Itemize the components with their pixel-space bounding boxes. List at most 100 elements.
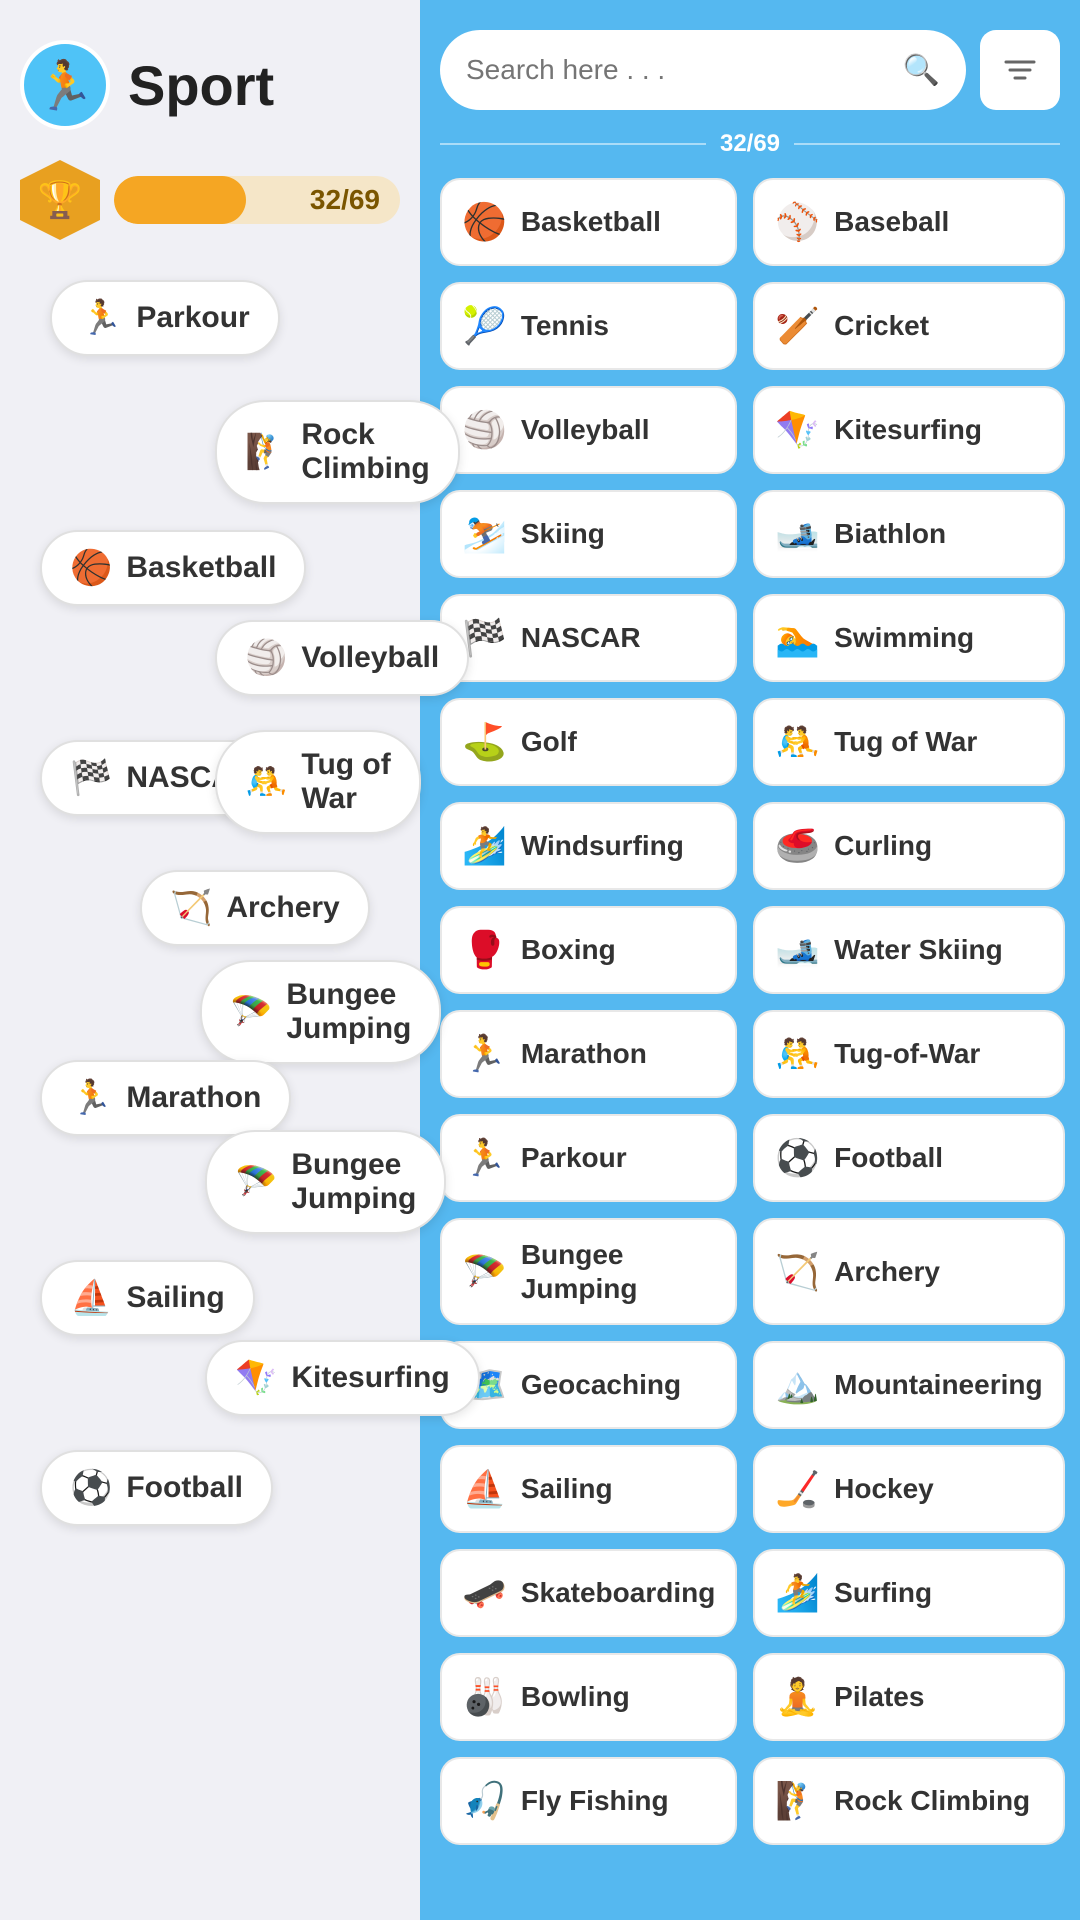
grid-item-nascar[interactable]: 🏁NASCAR: [440, 594, 737, 682]
grid-item-skiing[interactable]: ⛷️ Skiing: [440, 490, 737, 578]
grid-item-water-skiing[interactable]: 🎿Water Skiing: [753, 906, 1064, 994]
grid-emoji-windsurfing: 🏄: [462, 825, 507, 867]
grid-item-marathon[interactable]: 🏃Marathon: [440, 1010, 737, 1098]
emoji-tug-of-war: 🤼: [245, 762, 287, 802]
left-item-volleyball[interactable]: 🏐 Volleyball: [215, 620, 469, 696]
left-item-rock-climbing[interactable]: 🧗 RockClimbing: [215, 400, 460, 504]
grid-emoji-basketball: 🏀: [462, 201, 507, 243]
grid-label-hockey: Hockey: [834, 1472, 934, 1506]
search-bar: 🔍: [440, 30, 1060, 110]
search-input[interactable]: [466, 54, 889, 86]
grid-item-fly-fishing[interactable]: 🎣Fly Fishing: [440, 1757, 737, 1845]
grid-label-archery: Archery: [834, 1255, 940, 1289]
emoji-bungee1: 🪂: [230, 992, 272, 1032]
right-panel[interactable]: 🔍 32/69 🏀 Basketball ⚾Baseball🎾Tennis🏏Cric…: [420, 0, 1080, 1920]
emoji-sailing: ⛵: [70, 1278, 112, 1318]
emoji-rock-climbing: 🧗: [245, 432, 287, 472]
grid-item-cricket[interactable]: 🏏Cricket: [753, 282, 1064, 370]
left-item-football[interactable]: ⚽ Football: [40, 1450, 273, 1526]
grid-emoji-baseball: ⚾: [775, 201, 820, 243]
emoji-marathon: 🏃: [70, 1078, 112, 1118]
left-item-bungee1[interactable]: 🪂BungeeJumping: [200, 960, 441, 1064]
grid-label-bungee-jumping: Bungee Jumping: [521, 1238, 715, 1305]
grid-label-parkour: Parkour: [521, 1141, 627, 1175]
label-volleyball: Volleyball: [301, 641, 439, 675]
grid-item-basketball[interactable]: 🏀 Basketball: [440, 178, 737, 266]
grid-item-archery[interactable]: 🏹Archery: [753, 1218, 1064, 1325]
grid-label-sailing: Sailing: [521, 1472, 613, 1506]
label-football: Football: [126, 1471, 243, 1505]
grid-item-baseball[interactable]: ⚾Baseball: [753, 178, 1064, 266]
grid-item-rock-climbing[interactable]: 🧗Rock Climbing: [753, 1757, 1064, 1845]
left-item-parkour[interactable]: 🏃Parkour: [50, 280, 280, 356]
grid-emoji-surfing: 🏄: [775, 1572, 820, 1614]
grid-label-boxing: Boxing: [521, 933, 616, 967]
grid-item-pilates[interactable]: 🧘Pilates: [753, 1653, 1064, 1741]
label-marathon: Marathon: [126, 1081, 261, 1115]
grid-item-volleyball[interactable]: 🏐Volleyball: [440, 386, 737, 474]
grid-emoji-boxing: 🥊: [462, 929, 507, 971]
emoji-football: ⚽: [70, 1468, 112, 1508]
left-item-archery[interactable]: 🏹 Archery: [140, 870, 370, 946]
emoji-archery: 🏹: [170, 888, 212, 928]
grid-item-kitesurfing[interactable]: 🪁Kitesurfing: [753, 386, 1064, 474]
grid-item-hockey[interactable]: 🏒 Hockey: [753, 1445, 1064, 1533]
grid-emoji-curling: 🥌: [775, 825, 820, 867]
emoji-bungee2: 🪂: [235, 1162, 277, 1202]
grid-emoji-hockey: 🏒: [775, 1468, 820, 1510]
left-item-tug-of-war[interactable]: 🤼 Tug ofWar: [215, 730, 421, 834]
grid-emoji-cricket: 🏏: [775, 305, 820, 347]
emoji-kitesurfing: 🪁: [235, 1358, 277, 1398]
grid-item-surfing[interactable]: 🏄Surfing: [753, 1549, 1064, 1637]
label-archery: Archery: [226, 891, 339, 925]
grid-label-football: Football: [834, 1141, 943, 1175]
grid-label-kitesurfing: Kitesurfing: [834, 413, 982, 447]
grid-emoji-fly-fishing: 🎣: [462, 1780, 507, 1822]
emoji-volleyball: 🏐: [245, 638, 287, 678]
left-item-marathon[interactable]: 🏃 Marathon: [40, 1060, 291, 1136]
grid-emoji-swimming: 🏊: [775, 617, 820, 659]
grid-item-mountaineering[interactable]: 🏔️Mountaineering: [753, 1341, 1064, 1429]
grid-item-tug-of-war[interactable]: 🤼Tug of War: [753, 698, 1064, 786]
grid-label-skateboarding: Skateboarding: [521, 1576, 715, 1610]
grid-item-tug-of-war2[interactable]: 🤼Tug-of-War: [753, 1010, 1064, 1098]
grid-item-skateboarding[interactable]: 🛹 Skateboarding: [440, 1549, 737, 1637]
grid-emoji-skiing: ⛷️: [462, 513, 507, 555]
progress-indicator: 32/69: [440, 130, 1060, 158]
grid-label-skiing: Skiing: [521, 517, 605, 551]
grid-item-sailing[interactable]: ⛵Sailing: [440, 1445, 737, 1533]
grid-item-parkour[interactable]: 🏃Parkour: [440, 1114, 737, 1202]
left-item-basketball[interactable]: 🏀Basketball: [40, 530, 306, 606]
label-basketball: Basketball: [126, 551, 276, 585]
grid-item-swimming[interactable]: 🏊Swimming: [753, 594, 1064, 682]
filter-button[interactable]: [980, 30, 1060, 110]
grid-emoji-tug-of-war2: 🤼: [775, 1033, 820, 1075]
grid-item-geocaching[interactable]: 🗺️Geocaching: [440, 1341, 737, 1429]
grid-item-biathlon[interactable]: 🎿Biathlon: [753, 490, 1064, 578]
grid-label-geocaching: Geocaching: [521, 1368, 681, 1402]
grid-item-bungee-jumping[interactable]: 🪂 Bungee Jumping: [440, 1218, 737, 1325]
grid-item-golf[interactable]: ⛳Golf: [440, 698, 737, 786]
grid-label-biathlon: Biathlon: [834, 517, 946, 551]
grid-emoji-bungee-jumping: 🪂: [462, 1251, 507, 1293]
grid-emoji-skateboarding: 🛹: [462, 1572, 507, 1614]
label-rock-climbing: RockClimbing: [301, 418, 429, 486]
label-tug-of-war: Tug ofWar: [301, 748, 390, 816]
left-item-sailing[interactable]: ⛵Sailing: [40, 1260, 255, 1336]
grid-emoji-rock-climbing: 🧗: [775, 1780, 820, 1822]
grid-item-football[interactable]: ⚽Football: [753, 1114, 1064, 1202]
grid-label-curling: Curling: [834, 829, 932, 863]
left-item-kitesurfing[interactable]: 🪁Kitesurfing: [205, 1340, 480, 1416]
grid-item-bowling[interactable]: 🎳Bowling: [440, 1653, 737, 1741]
grid-item-boxing[interactable]: 🥊 Boxing: [440, 906, 737, 994]
page-title: Sport: [128, 53, 274, 118]
grid-label-basketball: Basketball: [521, 205, 661, 239]
grid-emoji-tug-of-war: 🤼: [775, 721, 820, 763]
progress-fill: [114, 176, 246, 224]
grid-label-golf: Golf: [521, 725, 577, 759]
grid-item-curling[interactable]: 🥌 Curling: [753, 802, 1064, 890]
grid-emoji-marathon: 🏃: [462, 1033, 507, 1075]
left-item-bungee2[interactable]: 🪂BungeeJumping: [205, 1130, 446, 1234]
grid-item-tennis[interactable]: 🎾Tennis: [440, 282, 737, 370]
grid-item-windsurfing[interactable]: 🏄Windsurfing: [440, 802, 737, 890]
